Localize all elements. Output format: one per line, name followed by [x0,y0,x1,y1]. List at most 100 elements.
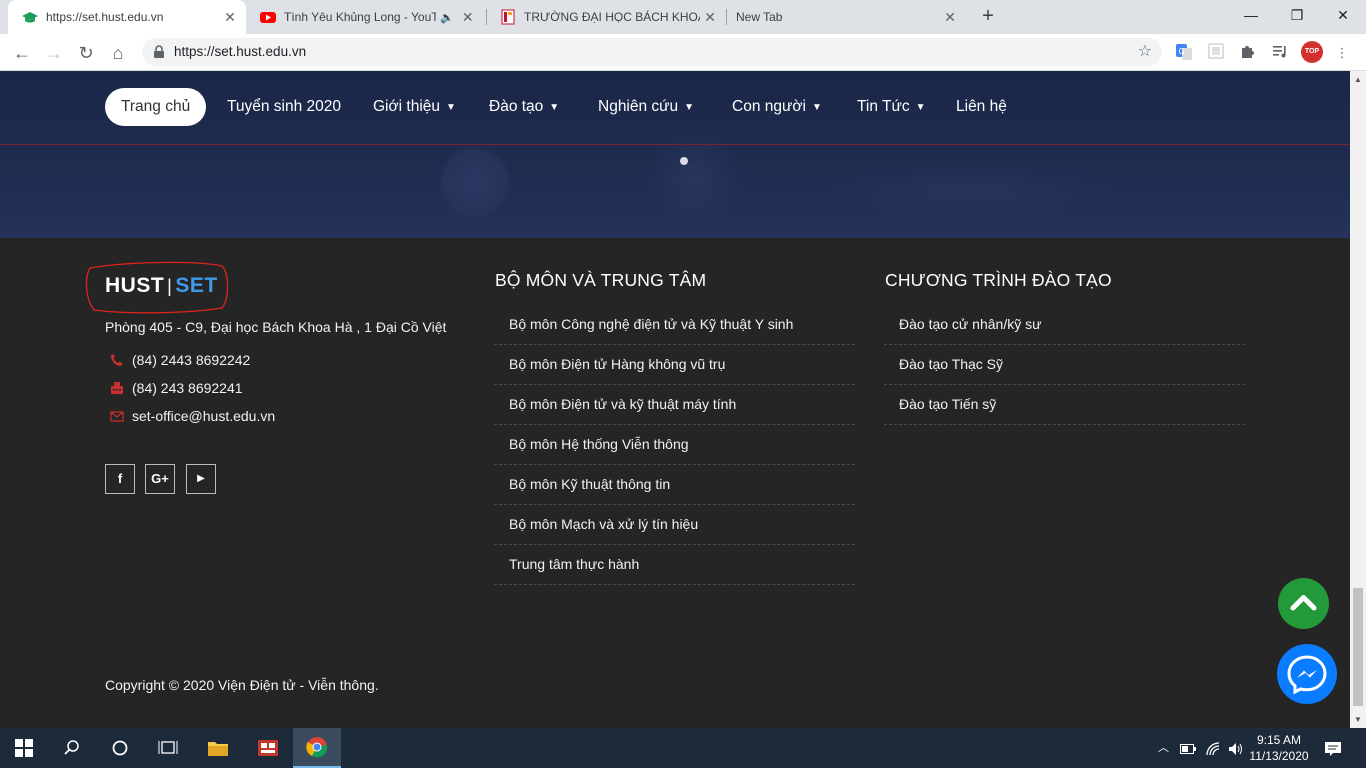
youtube-icon[interactable]: ▶ [186,464,216,494]
new-tab-button[interactable]: + [976,5,1000,29]
nav-label: Giới thiệu [373,98,441,115]
media-control-icon[interactable] [1270,43,1290,63]
reload-icon[interactable]: ↻ [72,39,100,67]
scroll-to-top-button[interactable] [1278,578,1329,629]
lock-icon[interactable] [152,45,166,59]
windows-taskbar: ︿ 9:15 AM 11/13/2020 [0,728,1366,768]
nav-label: Tuyển sinh 2020 [227,98,342,115]
clock-date: 11/13/2020 [1249,749,1309,763]
scrollbar-thumb[interactable] [1353,588,1363,706]
list-item[interactable]: Bộ môn Công nghệ điện tử và Kỹ thuật Y s… [494,305,855,345]
list-item[interactable]: Bộ môn Hệ thống Viễn thông [494,425,855,465]
browser-toolbar: ← → ↻ ⌂ https://set.hust.edu.vn ☆ G TOP … [0,34,1366,71]
nav-item-home[interactable]: Trang chủ [105,88,207,126]
chevron-down-icon: ▼ [811,102,822,113]
chevron-down-icon: ▼ [915,102,926,113]
home-icon[interactable]: ⌂ [104,39,132,67]
main-navigation: Trang chủ Tuyển sinh 2020 Giới thiệu ▼ Đà… [0,88,1350,128]
youtube-icon [260,12,276,23]
close-tab-icon[interactable]: ✕ [940,7,960,27]
nav-item-research[interactable]: Nghiên cứu ▼ [598,88,694,126]
volume-icon[interactable] [1228,728,1244,768]
slider-indicator-dot[interactable] [680,157,688,165]
list-item[interactable]: Đào tạo Thạc Sỹ [884,345,1245,385]
nav-item-about[interactable]: Giới thiệu ▼ [373,88,456,126]
list-item[interactable]: Đào tạo cử nhân/kỹ sư [884,305,1245,345]
minimize-icon[interactable]: — [1228,0,1274,30]
logo-text: HUST | SET [105,274,218,298]
tab-new-tab[interactable]: New Tab ✕ [726,0,966,34]
email-address[interactable]: set-office@hust.edu.vn [132,408,275,424]
nav-item-education[interactable]: Đào tạo ▼ [489,88,559,126]
close-window-icon[interactable]: ✕ [1320,0,1366,30]
battery-icon[interactable] [1180,728,1196,768]
tab-title: New Tab [736,10,783,24]
svg-text:G: G [1179,47,1185,56]
nav-label: Đào tạo [489,98,544,115]
tab-title: Tình Yêu Khủng Long - YouTube [284,10,436,24]
puzzle-icon[interactable] [1238,43,1258,63]
search-icon[interactable] [48,728,96,768]
facebook-icon[interactable]: f [105,464,135,494]
wifi-icon[interactable] [1206,728,1222,768]
nav-item-admissions[interactable]: Tuyển sinh 2020 [227,88,341,126]
google-plus-icon[interactable]: G+ [145,464,175,494]
banner-decoration [438,145,512,219]
nav-label: Nghiên cứu [598,98,679,115]
close-tab-icon[interactable]: ✕ [220,7,240,27]
file-explorer-icon[interactable] [194,728,242,768]
departments-title: BỘ MÔN VÀ TRUNG TÂM [495,270,707,290]
list-item[interactable]: Bộ môn Mạch và xử lý tín hiệu [494,505,855,545]
page-scrollbar[interactable]: ▲ ▼ [1350,71,1366,728]
list-item[interactable]: Đào tạo Tiến sỹ [884,385,1245,425]
notification-center-icon[interactable] [1324,728,1342,768]
phone-number: (84) 2443 8692242 [132,352,251,368]
speaker-icon[interactable]: 🔈 [440,11,454,24]
list-item[interactable]: Trung tâm thực hành [494,545,855,585]
nav-item-people[interactable]: Con người ▼ [732,88,822,126]
nav-item-news[interactable]: Tin Tức ▼ [857,88,925,126]
nav-item-contact[interactable]: Liên hệ [956,88,1007,126]
menu-kebab-icon[interactable]: ⋮ [1332,43,1352,63]
chrome-icon[interactable] [293,728,341,768]
bookmark-star-icon[interactable]: ☆ [1138,38,1152,66]
task-view-icon[interactable] [144,728,192,768]
windows-start-icon[interactable] [0,728,48,768]
messenger-icon [1287,655,1327,695]
tab-set-hust[interactable]: https://set.hust.edu.vn ✕ [8,0,246,34]
tab-hust[interactable]: TRƯỜNG ĐẠI HỌC BÁCH KHOA HÀ NỘI ✕ [486,0,726,34]
departments-list: Bộ môn Công nghệ điện tử và Kỹ thuật Y s… [494,305,855,585]
chevron-down-icon: ▼ [446,102,456,113]
messenger-chat-button[interactable] [1277,644,1337,704]
system-clock[interactable]: 9:15 AM 11/13/2020 [1246,732,1312,764]
fax-number: (84) 243 8692241 [132,380,243,396]
translate-icon[interactable]: G [1174,43,1194,63]
fax-icon [111,382,123,394]
forward-icon[interactable]: → [40,39,68,67]
chevron-up-icon [1290,595,1317,611]
scroll-up-icon[interactable]: ▲ [1354,75,1362,84]
close-tab-icon[interactable]: ✕ [458,7,478,27]
app-icon[interactable] [244,728,292,768]
address-bar[interactable]: https://set.hust.edu.vn ☆ [142,38,1162,66]
back-icon[interactable]: ← [8,39,36,67]
close-tab-icon[interactable]: ✕ [700,7,720,27]
phone-icon [111,354,123,366]
tray-expand-icon[interactable]: ︿ [1158,728,1169,768]
profile-avatar[interactable]: TOP [1301,41,1323,63]
browser-tab-bar: https://set.hust.edu.vn ✕ Tình Yêu Khủng… [0,0,1366,34]
nav-label: Trang chủ [121,98,191,115]
contact-email[interactable]: set-office@hust.edu.vn [110,408,275,424]
list-item[interactable]: Bộ môn Điện tử và kỹ thuật máy tính [494,385,855,425]
footer-logo[interactable]: HUST | SET [84,260,228,314]
list-item[interactable]: Bộ môn Điện tử Hàng không vũ trụ [494,345,855,385]
header-banner: Trang chủ Tuyển sinh 2020 Giới thiệu ▼ Đà… [0,71,1350,238]
tab-youtube[interactable]: Tình Yêu Khủng Long - YouTube 🔈 ✕ [246,0,486,34]
extension-grid-icon[interactable] [1206,43,1226,63]
cortana-icon[interactable] [96,728,144,768]
contact-fax: (84) 243 8692241 [110,380,243,396]
list-item[interactable]: Bộ môn Kỹ thuật thông tin [494,465,855,505]
programs-list: Đào tạo cử nhân/kỹ sư Đào tạo Thạc Sỹ Đà… [884,305,1245,425]
restore-icon[interactable]: ❐ [1274,0,1320,30]
scroll-down-icon[interactable]: ▼ [1354,715,1362,724]
